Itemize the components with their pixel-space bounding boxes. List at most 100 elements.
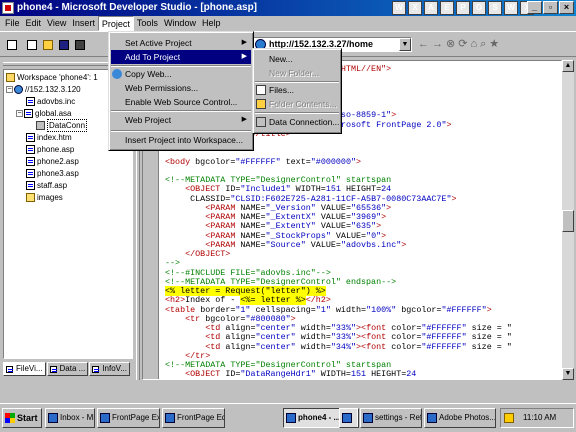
expand-toggle-icon[interactable]: − (16, 110, 23, 117)
tree-item-label: phone3.asp (37, 169, 79, 178)
project-menu: Set Active Project ▶ Add To Project ▶ Copy W… (108, 31, 254, 151)
taskbar-button[interactable]: Adobe Photos... (424, 408, 496, 428)
tree-item[interactable]: adovbs.inc (26, 96, 75, 107)
save-all-button[interactable] (72, 37, 87, 52)
save-button[interactable] (56, 37, 71, 52)
start-button[interactable]: Start (2, 408, 42, 428)
submenu-item-files[interactable]: Files... (255, 83, 339, 97)
favorites-icon[interactable]: ★ (489, 38, 499, 51)
tree-item[interactable]: − global.asa (16, 108, 71, 119)
taskbar-button-icon-only[interactable] (339, 408, 359, 428)
office-app-icon[interactable]: P (456, 1, 470, 15)
back-icon[interactable]: ← (418, 38, 429, 51)
tree-item[interactable]: images (26, 192, 63, 203)
menu-item-insert-project-into-workspace[interactable]: Insert Project into Workspace... (111, 133, 251, 147)
minimize-button[interactable]: _ (527, 1, 542, 14)
tree-item[interactable]: index.htm (26, 132, 72, 143)
code-line: <body bgcolor="#FFFFFF" text="#000000"> (165, 156, 512, 167)
tray-icon[interactable] (504, 413, 514, 423)
tree-item[interactable]: DataConn (36, 119, 88, 132)
tree-item[interactable]: phone3.asp (26, 168, 79, 179)
menu-view[interactable]: View (44, 16, 69, 31)
tree-item-label: staff.asp (37, 181, 68, 190)
tree-workspace[interactable]: Workspace 'phone4': 1 (6, 72, 98, 83)
taskbar-button[interactable]: FrontPage Ex... (97, 408, 160, 428)
menu-item-add-to-project[interactable]: Add To Project ▶ (111, 50, 251, 64)
expand-toggle-icon[interactable]: − (6, 86, 13, 93)
code-token: <body (165, 156, 196, 167)
office-app-icon[interactable]: W (504, 1, 518, 15)
editor-vertical-scrollbar[interactable]: ▲ ▼ (562, 60, 574, 380)
file-icon (26, 157, 35, 166)
menu-project[interactable]: Project (97, 16, 134, 31)
office-app-icon[interactable]: E (440, 1, 454, 15)
tree-item[interactable]: phone.asp (26, 144, 74, 155)
stop-icon[interactable]: ⊗ (446, 38, 455, 51)
office-app-icon[interactable]: S (488, 1, 502, 15)
menu-item-label: Add To Project (125, 52, 181, 62)
data-view-icon (49, 365, 57, 373)
menu-item-label: Web Permissions... (125, 83, 199, 93)
close-button[interactable]: × (559, 1, 574, 14)
office-app-icon[interactable]: A (424, 1, 438, 15)
start-label: Start (17, 413, 38, 423)
app-icon[interactable] (2, 2, 14, 14)
menu-item-web-permissions[interactable]: Web Permissions... (111, 81, 251, 95)
taskbar-button[interactable]: Inbox - Micros... (45, 408, 95, 428)
menu-item-enable-web-source-control[interactable]: Enable Web Source Control... (111, 95, 251, 109)
window-title: phone4 - Microsoft Developer Studio - [p… (17, 2, 258, 13)
file-icon (26, 169, 35, 178)
workspace-toggle-button[interactable] (4, 37, 19, 52)
home-icon[interactable]: ⌂ (470, 38, 477, 51)
taskbar-button[interactable]: FrontPage Edi... (162, 408, 225, 428)
submenu-item-data-connection[interactable]: Data Connection... (255, 115, 339, 129)
menu-item-copy-web[interactable]: Copy Web... (111, 67, 251, 81)
code-token: color= (391, 341, 422, 352)
office-app-icon[interactable]: X (408, 1, 422, 15)
tree-item-label: Workspace 'phone4': 1 (17, 73, 98, 82)
scroll-down-arrow[interactable]: ▼ (562, 368, 574, 380)
submenu-item-new[interactable]: New... (255, 52, 339, 66)
tree-item[interactable]: phone2.asp (26, 156, 79, 167)
code-token: "100%" (366, 304, 397, 315)
tab-fileview[interactable]: FileVi... (3, 362, 46, 376)
system-tray: 11:10 AM (500, 408, 574, 428)
menu-help[interactable]: Help (199, 16, 224, 31)
menu-item-label: Web Project (125, 115, 172, 125)
tree-item[interactable]: staff.asp (26, 180, 67, 191)
menu-edit[interactable]: Edit (23, 16, 45, 31)
tab-label: FileVi... (16, 364, 43, 373)
files-icon (256, 85, 266, 95)
office-app-icon[interactable]: W (392, 1, 406, 15)
tree-project[interactable]: − //152.132.3.120 (6, 84, 81, 95)
menu-item-set-active-project[interactable]: Set Active Project ▶ (111, 36, 251, 50)
app-icon (286, 413, 296, 423)
menu-file[interactable]: File (2, 16, 23, 31)
submenu-arrow-icon: ▶ (241, 39, 247, 46)
maximize-button[interactable]: ▫ (543, 1, 558, 14)
menu-insert[interactable]: Insert (69, 16, 98, 31)
open-button[interactable] (40, 37, 55, 52)
office-app-icon[interactable]: O (472, 1, 486, 15)
refresh-icon[interactable]: ⟳ (458, 38, 467, 51)
forward-icon[interactable]: → (432, 38, 443, 51)
new-button[interactable] (24, 37, 39, 52)
url-dropdown-arrow[interactable]: ▼ (399, 38, 411, 51)
menu-window[interactable]: Window (161, 16, 199, 31)
code-token: "#000000" (310, 156, 356, 167)
file-icon (26, 97, 35, 106)
scroll-thumb[interactable] (562, 210, 574, 232)
tab-infoview[interactable]: InfoV... (89, 362, 130, 376)
code-token: "center" (255, 341, 296, 352)
submenu-item-label: New... (269, 54, 293, 64)
code-token: "#FFFFFF" (421, 341, 467, 352)
app-icon (100, 413, 110, 423)
menu-item-web-project[interactable]: Web Project ▶ (111, 113, 251, 127)
menu-separator (111, 65, 251, 67)
taskbar-button[interactable]: settings - Refl... (360, 408, 422, 428)
scroll-up-arrow[interactable]: ▲ (562, 60, 574, 72)
menu-tools[interactable]: Tools (134, 16, 161, 31)
tab-dataview[interactable]: Data ... (46, 362, 89, 376)
submenu-item-new-folder: New Folder... (255, 66, 339, 80)
search-icon[interactable]: ⌕ (480, 38, 486, 51)
